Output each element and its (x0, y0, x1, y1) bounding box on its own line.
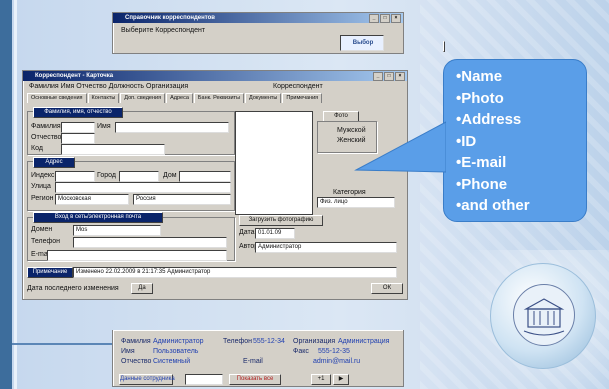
nav-prev-button[interactable]: +1 (311, 374, 331, 385)
bottom-label: Дата последнего изменения (27, 285, 119, 292)
name-field[interactable] (115, 122, 229, 133)
show-all-button[interactable]: Показать все (229, 374, 281, 385)
tab-addresses[interactable]: Адреса (166, 93, 193, 103)
accent-line (12, 343, 122, 345)
callout-item-photo: •Photo (456, 89, 504, 107)
id-field[interactable] (61, 144, 165, 155)
nav-next-button[interactable]: ▶ (333, 374, 349, 385)
phone-field[interactable] (73, 237, 227, 248)
author-field[interactable]: Администратор (255, 242, 397, 253)
label-street: Улица (31, 183, 51, 190)
callout-item-other: •and other (456, 197, 530, 214)
building-icon (523, 298, 565, 336)
street-field[interactable] (55, 182, 231, 193)
callout-pointer (354, 121, 446, 173)
date-field[interactable]: 01.01.09 (255, 228, 295, 239)
status-row3-b: Системный (153, 358, 191, 365)
back-window-titlebar[interactable]: Справочник корреспондентов _ □ × (113, 13, 403, 23)
callout-item-email: •E-mail (456, 154, 507, 171)
status-row1-d: 555-12-34 (253, 338, 285, 345)
label-domain: Домен (31, 226, 53, 233)
emblem-seal (513, 284, 575, 346)
status-row2-d: 555-12-35 (318, 348, 350, 355)
address-group-title: Адрес (33, 157, 75, 168)
tab-documents[interactable]: Документы (245, 93, 282, 103)
main-window-title: Корреспондент - Карточка (35, 73, 114, 79)
note-field[interactable]: Изменено 22.02.2009 в 21:17:35 Администр… (73, 267, 397, 278)
minimize-icon[interactable]: _ (373, 72, 383, 81)
status-row2-a: Имя (121, 348, 135, 355)
main-window-titlebar[interactable]: Корреспондент - Карточка _ □ × (23, 71, 407, 81)
callout-item-name: •Name (456, 68, 503, 85)
main-window[interactable]: Корреспондент - Карточка _ □ × Фамилия Имя… (22, 70, 408, 300)
bottom-value-button[interactable]: Да (131, 283, 153, 294)
back-window-badge[interactable]: Выбор (340, 35, 384, 51)
status-row3-c: E-mail (243, 358, 263, 365)
patronymic-field[interactable] (61, 133, 95, 144)
header-line: Фамилия Имя Отчество Должность Организац… (29, 83, 189, 90)
tab-notes[interactable]: Примечания (282, 93, 323, 103)
status-row3-a: Отчество (121, 358, 152, 365)
label-category: Категория (333, 189, 366, 196)
status-row1-f: Администрация (338, 338, 390, 345)
ok-button[interactable]: ОК (371, 283, 403, 294)
university-emblem (490, 263, 596, 369)
index-field[interactable] (55, 171, 95, 182)
close-icon[interactable]: × (395, 72, 405, 81)
surname-field[interactable] (61, 122, 95, 133)
status-row1-a: Фамилия (121, 338, 151, 345)
email-field[interactable] (47, 250, 227, 261)
label-index: Индекс (31, 172, 55, 179)
label-house: Дом (163, 172, 177, 179)
callout-bubble: •Name •Photo •Address •ID •E-mail •Phone… (354, 59, 587, 222)
close-icon[interactable]: × (391, 14, 401, 23)
photo-box (235, 111, 313, 215)
status-row2-b: Пользователь (153, 348, 199, 355)
domain-select[interactable]: Mos (73, 225, 161, 236)
label-city: Город (97, 172, 116, 179)
tab-strip: Основные сведения Контакты Доп. сведения Ад… (27, 93, 323, 103)
status-field[interactable] (185, 374, 223, 385)
load-photo-button[interactable]: Загрузить фотографию (239, 215, 323, 226)
status-row1-b: Администратор (153, 338, 204, 345)
status-row1-c: Телефон (223, 338, 253, 345)
back-window[interactable]: Справочник корреспондентов _ □ × Выберите … (112, 12, 445, 54)
maximize-icon[interactable]: □ (380, 14, 390, 23)
minimize-icon[interactable]: _ (369, 14, 379, 23)
employee-data-button[interactable]: Данные сотрудника (119, 374, 175, 385)
label-name: Имя (97, 123, 111, 130)
tab-main[interactable]: Основные сведения (27, 93, 87, 103)
label-phone: Телефон (31, 238, 61, 245)
label-region: Регион (31, 195, 54, 202)
label-id: Код (31, 145, 43, 152)
left-stripe (14, 0, 17, 389)
login-group-title: Вход в сеть/электронная почта (33, 212, 163, 223)
region-select[interactable]: Московская (55, 194, 129, 205)
back-window-subtitle: Выберите Корреспондент (121, 27, 206, 34)
label-date: Дата (239, 229, 255, 236)
name-group-title: Фамилия, имя, отчество (33, 107, 123, 118)
callout-item-id: •ID (456, 132, 477, 150)
label-surname: Фамилия (31, 123, 61, 130)
tab-bank[interactable]: Банк. Реквизиты (193, 93, 245, 103)
category-select[interactable]: Физ. лицо (317, 197, 395, 208)
note-button[interactable]: Примечание (27, 267, 73, 278)
status-row3-d: admin@mail.ru (313, 358, 361, 365)
status-panel: Фамилия Администратор Телефон 555-12-34 … (112, 330, 404, 387)
tab-extra[interactable]: Доп. сведения (120, 93, 166, 103)
city-field[interactable] (119, 171, 159, 182)
status-row2-c: Факс (293, 348, 309, 355)
tab-contacts[interactable]: Контакты (87, 93, 120, 103)
callout-item-address: •Address (456, 111, 522, 128)
country-select[interactable]: Россия (133, 194, 231, 205)
callout-item-phone: •Phone (456, 175, 508, 193)
callout-list: •Name •Photo •Address •ID •E-mail •Phone… (444, 60, 586, 217)
maximize-icon[interactable]: □ (384, 72, 394, 81)
header-right: Корреспондент (273, 83, 323, 90)
status-row1-e: Организация (293, 338, 336, 345)
back-window-title: Справочник корреспондентов (125, 15, 215, 21)
label-patronymic: Отчество (31, 134, 62, 141)
house-field[interactable] (179, 171, 231, 182)
